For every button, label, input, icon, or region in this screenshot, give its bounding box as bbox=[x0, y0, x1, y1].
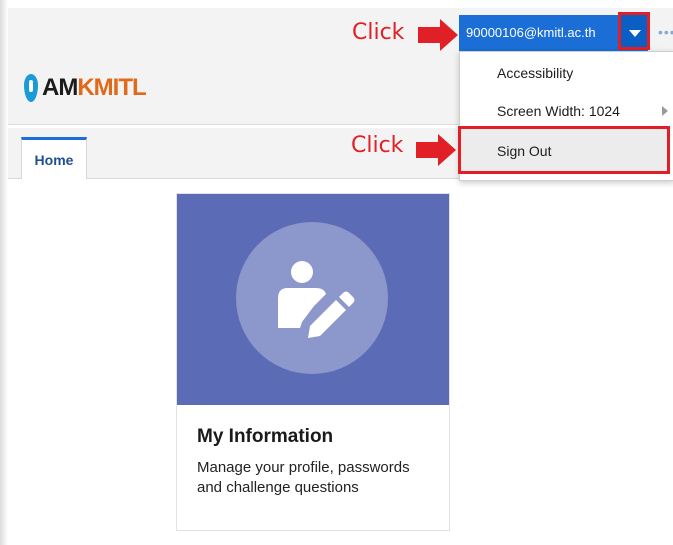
user-menu-dropdown-toggle[interactable] bbox=[618, 12, 650, 50]
menu-item-accessibility[interactable]: Accessibility bbox=[460, 54, 673, 92]
menu-item-label: Sign Out bbox=[497, 143, 552, 159]
card-hero bbox=[177, 194, 449, 405]
logo-text-am: AM bbox=[42, 74, 78, 101]
chevron-down-icon bbox=[629, 30, 641, 37]
chevron-right-icon bbox=[662, 106, 668, 116]
logo-icon bbox=[24, 74, 38, 102]
annotation-click-sign-out: Click bbox=[351, 133, 404, 158]
menu-item-screen-width[interactable]: Screen Width: 1024 bbox=[460, 92, 673, 130]
menu-item-label: Accessibility bbox=[497, 65, 574, 81]
menu-item-label: Screen Width: 1024 bbox=[497, 103, 620, 119]
user-email: 90000106@kmitl.ac.th bbox=[466, 25, 596, 40]
user-edit-icon bbox=[278, 261, 355, 338]
logo-text-kmitl: KMITL bbox=[77, 74, 146, 101]
card-title: My Information bbox=[197, 426, 334, 447]
frame-shadow bbox=[0, 0, 8, 545]
more-options-icon[interactable]: ••• bbox=[658, 24, 673, 40]
card-description: Manage your profile, passwords and chall… bbox=[197, 459, 410, 496]
app-logo[interactable]: AM KMITL bbox=[24, 72, 147, 104]
card-icon-circle bbox=[236, 222, 388, 374]
page: AM KMITL Click 90000106@kmitl.ac.th ••• … bbox=[0, 0, 673, 545]
my-information-card[interactable]: My Information Manage your profile, pass… bbox=[176, 193, 450, 531]
menu-item-sign-out[interactable]: Sign Out bbox=[458, 126, 670, 174]
tab-home[interactable]: Home bbox=[21, 137, 87, 179]
annotation-click-user-menu: Click bbox=[352, 20, 405, 45]
